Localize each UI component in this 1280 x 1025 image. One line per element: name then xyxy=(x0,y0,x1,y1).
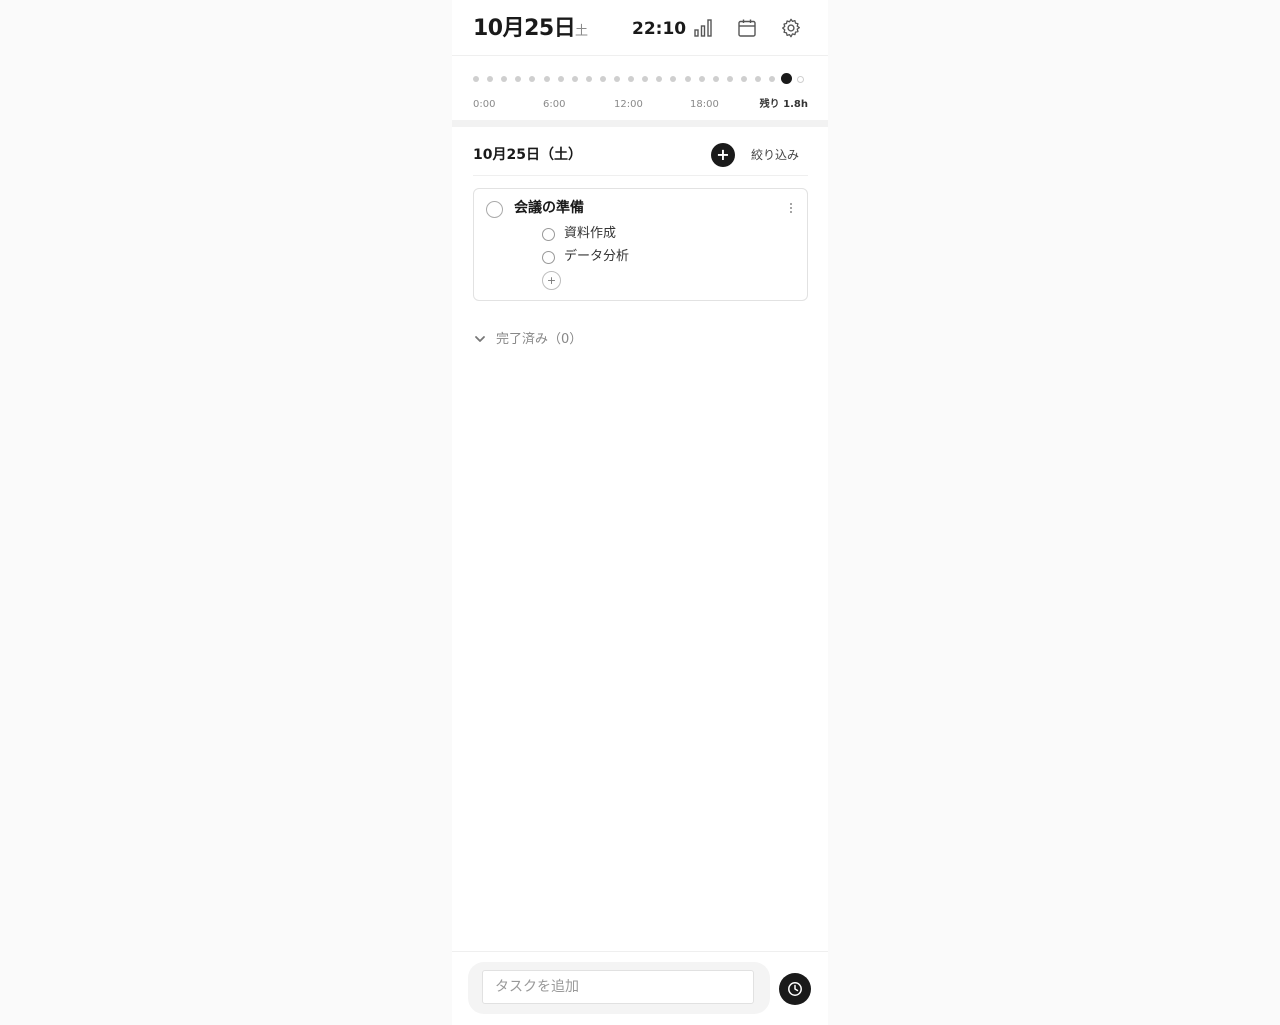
more-options-icon[interactable] xyxy=(785,199,797,217)
hour-dot xyxy=(529,76,536,82)
hour-dot xyxy=(515,76,522,82)
bottom-bar xyxy=(452,951,828,1025)
hour-dot xyxy=(712,76,719,82)
hour-dot xyxy=(769,76,776,82)
header-date: 10月25日 xyxy=(473,16,576,41)
hour-dot xyxy=(726,76,733,82)
add-task-input[interactable] xyxy=(482,970,754,1004)
add-task-button[interactable]: + xyxy=(711,143,735,167)
day-timeline: 0:00 6:00 12:00 18:00 残り 1.8h xyxy=(452,56,828,120)
hour-dot xyxy=(557,76,564,82)
header-weekday: 土 xyxy=(575,24,589,39)
task-checkbox[interactable] xyxy=(486,201,503,218)
clock-icon xyxy=(788,982,802,996)
stats-button[interactable] xyxy=(690,15,716,41)
hour-dot xyxy=(585,76,592,82)
task-card[interactable]: 会議の準備 資料作成 データ分析 + xyxy=(473,188,808,301)
hour-dot xyxy=(599,76,606,82)
schedule-button[interactable] xyxy=(779,973,811,1005)
hour-dot xyxy=(740,76,747,82)
current-time: 22:10 xyxy=(632,19,687,39)
task-title: 会議の準備 xyxy=(514,200,584,216)
hour-dot xyxy=(628,76,635,82)
subtask-checkbox[interactable] xyxy=(542,228,555,241)
hour-dot xyxy=(797,76,805,83)
divider xyxy=(452,120,828,127)
tick-label: 6:00 xyxy=(543,99,566,110)
calendar-icon xyxy=(738,19,756,37)
chevron-down-icon xyxy=(475,336,485,342)
remaining-time: 残り 1.8h xyxy=(759,99,808,110)
hour-dots xyxy=(473,73,809,84)
hour-dot xyxy=(473,76,479,82)
hour-dot xyxy=(487,76,494,82)
divider xyxy=(473,175,808,176)
subtask-checkbox[interactable] xyxy=(542,251,555,264)
bar-chart-icon xyxy=(694,19,712,37)
tick-label: 12:00 xyxy=(614,99,643,110)
subtask-label: 資料作成 xyxy=(564,226,617,241)
hour-dot xyxy=(571,76,578,82)
input-container xyxy=(468,962,770,1014)
hour-dot xyxy=(656,76,663,82)
completed-label: 完了済み（0） xyxy=(496,332,583,347)
add-subtask-button[interactable]: + xyxy=(542,271,561,290)
hour-dot xyxy=(501,76,508,82)
section-title: 10月25日（土） xyxy=(473,147,582,163)
filter-button[interactable]: 絞り込み xyxy=(751,146,799,164)
tick-label: 0:00 xyxy=(473,99,496,110)
hour-dot xyxy=(670,76,677,82)
tick-label: 18:00 xyxy=(690,99,719,110)
header: 10月25日 土 22:10 xyxy=(452,0,828,56)
settings-button[interactable] xyxy=(778,15,804,41)
hour-dot xyxy=(543,76,550,82)
gear-icon xyxy=(782,18,800,38)
hour-dot xyxy=(684,76,691,82)
subtask-label: データ分析 xyxy=(564,249,630,264)
current-hour-dot xyxy=(780,73,792,84)
hour-dot xyxy=(698,76,705,82)
hour-dot xyxy=(755,76,761,82)
calendar-button[interactable] xyxy=(734,15,760,41)
app-panel: 10月25日 土 22:10 0:00 6:00 12:00 18:00 残り … xyxy=(452,0,828,1025)
hour-dot xyxy=(614,76,620,82)
hour-dot xyxy=(642,76,649,82)
